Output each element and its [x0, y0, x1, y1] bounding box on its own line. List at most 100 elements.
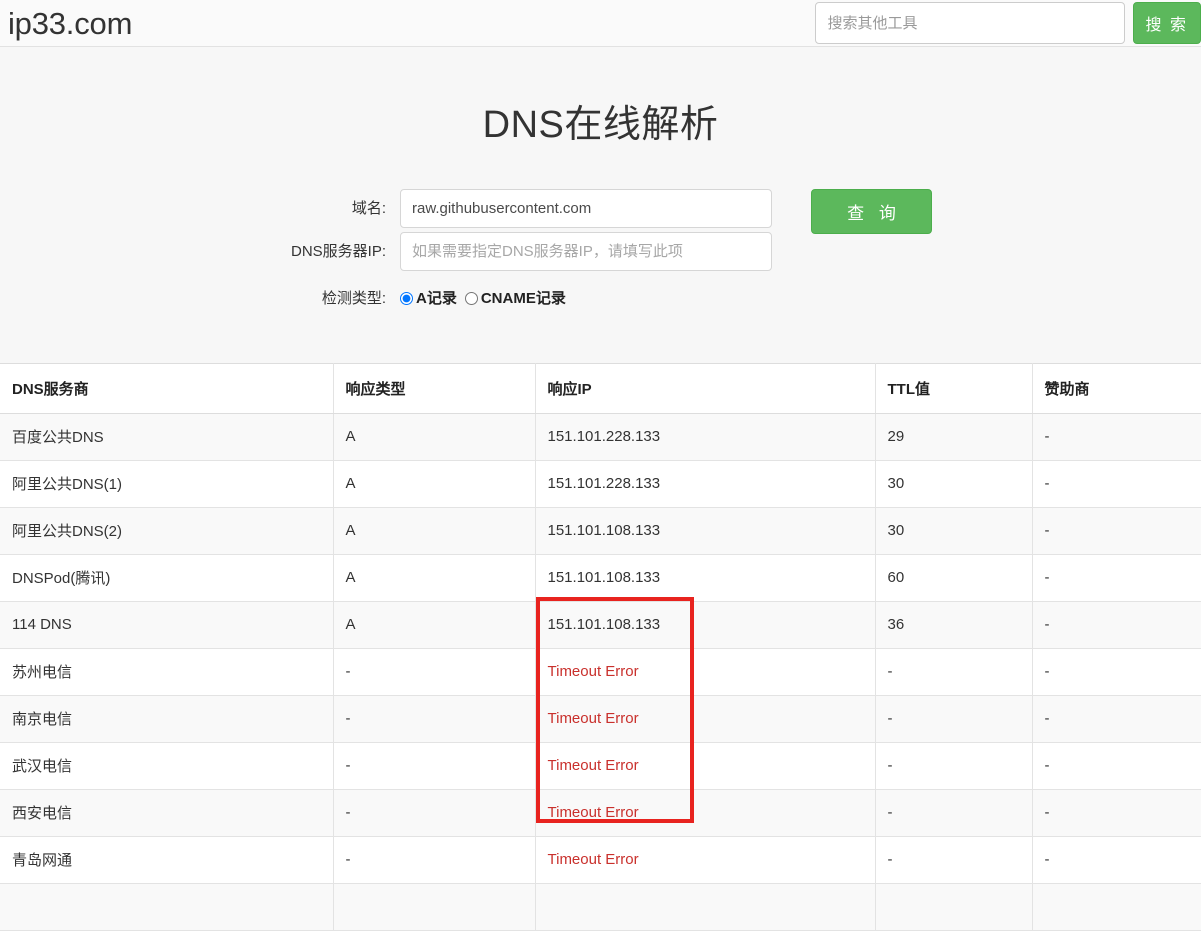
cell-provider: 阿里公共DNS(1)	[0, 459, 334, 508]
table-row: DNSPod(腾讯) A 151.101.108.133 60-	[0, 553, 1201, 602]
cell-response-type: -	[333, 647, 536, 696]
cell-sponsor: -	[1032, 694, 1201, 743]
table-row: 阿里公共DNS(1) A 151.101.228.133 30-	[0, 459, 1201, 508]
cell-ttl: -	[875, 741, 1033, 790]
cell-response-type: A	[333, 600, 536, 649]
table-row: 苏州电信 - Timeout Error - -	[0, 647, 1201, 696]
table-header-row: DNS服务商 响应类型 响应IP TTL值 赞助商	[0, 362, 1201, 414]
cell-sponsor: -	[1032, 553, 1201, 602]
cell-response-type: A	[333, 506, 536, 555]
cell-sponsor	[1032, 882, 1201, 931]
query-type-radio-group: A记录 CNAME记录	[400, 279, 574, 318]
cell-provider: 西安电信	[0, 788, 334, 837]
cell-response-type: -	[333, 741, 536, 790]
dns-server-label: DNS服务器IP:	[290, 242, 386, 260]
cell-sponsor: -	[1032, 600, 1201, 649]
cell-response-ip: Timeout Error	[535, 741, 876, 790]
cell-response-ip	[535, 882, 876, 931]
column-header-response-ip: 响应IP	[535, 362, 876, 414]
cell-ttl: -	[875, 788, 1033, 837]
page-body: DNS在线解析 域名: 查 询 DNS服务器IP: 检测类型: A记录 CNAME…	[0, 47, 1201, 931]
cell-ttl: 36	[875, 600, 1033, 649]
table-row: 114 DNS A 151.101.108.133 36-	[0, 600, 1201, 649]
results-table-body: 百度公共DNS A 151.101.228.133 29- 阿里公共DNS(1) A 151…	[0, 412, 1201, 931]
cell-response-type: A	[333, 459, 536, 508]
dns-results-table: DNS服务商 响应类型 响应IP TTL值 赞助商 百度公共DNS A 151.10…	[0, 362, 1201, 931]
cell-ttl: -	[875, 835, 1033, 884]
query-type-label: 检测类型:	[321, 289, 386, 307]
query-button[interactable]: 查 询	[811, 188, 932, 234]
column-header-ttl: TTL值	[875, 362, 1033, 414]
cell-response-ip: 151.101.108.133	[535, 600, 876, 649]
cell-response-ip: Timeout Error	[535, 647, 876, 696]
results-table-wrap: DNS服务商 响应类型 响应IP TTL值 赞助商 百度公共DNS A 151.10…	[0, 362, 1201, 931]
radio-option-a-record[interactable]: A记录	[400, 290, 457, 307]
results-table-head: DNS服务商 响应类型 响应IP TTL值 赞助商	[0, 362, 1201, 414]
cell-response-ip: 151.101.228.133	[535, 412, 876, 461]
cell-provider: 南京电信	[0, 694, 334, 743]
header-search: 搜 索	[814, 2, 1201, 44]
cell-response-type	[333, 882, 536, 931]
cell-response-ip: Timeout Error	[535, 788, 876, 837]
cell-sponsor: -	[1032, 459, 1201, 508]
radio-cname-record[interactable]	[464, 291, 478, 305]
cell-ttl: 29	[875, 412, 1033, 461]
column-header-provider: DNS服务商	[0, 362, 334, 414]
page-title: DNS在线解析	[482, 104, 719, 146]
site-brand[interactable]: ip33.com	[8, 2, 132, 46]
site-header: ip33.com 搜 索	[0, 0, 1201, 47]
cell-sponsor: -	[1032, 741, 1201, 790]
table-row: 青岛网通 - Timeout Error - -	[0, 835, 1201, 884]
cell-ttl: 60	[875, 553, 1033, 602]
cell-response-type: -	[333, 694, 536, 743]
table-row: 武汉电信 - Timeout Error - -	[0, 741, 1201, 790]
radio-option-cname-record[interactable]: CNAME记录	[464, 289, 566, 307]
cell-provider: 武汉电信	[0, 741, 334, 790]
cell-provider: 青岛网通	[0, 835, 334, 884]
cell-response-type: -	[333, 788, 536, 837]
form-row-domain: 域名: 查 询	[0, 188, 1201, 234]
cell-sponsor: -	[1032, 788, 1201, 837]
cell-response-ip: Timeout Error	[535, 835, 876, 884]
table-row: 西安电信 - Timeout Error - -	[0, 788, 1201, 837]
cell-response-ip: 151.101.108.133	[535, 553, 876, 602]
cell-provider: DNSPod(腾讯)	[0, 553, 334, 602]
cell-ttl: -	[875, 694, 1033, 743]
domain-input[interactable]	[400, 188, 772, 228]
cell-sponsor: -	[1032, 647, 1201, 696]
cell-ttl: 30	[875, 506, 1033, 555]
column-header-response-type: 响应类型	[333, 362, 536, 414]
radio-a-record[interactable]	[400, 291, 413, 305]
cell-sponsor: -	[1032, 412, 1201, 461]
radio-cname-record-label: CNAME记录	[480, 289, 566, 307]
cell-sponsor: -	[1032, 506, 1201, 555]
search-button[interactable]: 搜 索	[1132, 2, 1201, 44]
cell-provider: 苏州电信	[0, 647, 334, 696]
cell-ttl: -	[875, 647, 1033, 696]
cell-response-ip: 151.101.108.133	[535, 506, 876, 555]
cell-response-ip: Timeout Error	[535, 694, 876, 743]
table-row: 南京电信 - Timeout Error - -	[0, 694, 1201, 743]
cell-sponsor: -	[1032, 835, 1201, 884]
search-input[interactable]	[814, 2, 1125, 44]
cell-response-type: A	[333, 553, 536, 602]
cell-ttl: 30	[875, 459, 1033, 508]
column-header-sponsor: 赞助商	[1032, 362, 1201, 414]
radio-a-record-label: A记录	[416, 289, 457, 307]
cell-response-type: A	[333, 412, 536, 461]
form-row-query-type: 检测类型: A记录 CNAME记录	[0, 279, 1201, 318]
table-row: 百度公共DNS A 151.101.228.133 29-	[0, 412, 1201, 461]
dns-server-input[interactable]	[400, 231, 772, 271]
table-row	[0, 882, 1201, 931]
cell-provider: 阿里公共DNS(2)	[0, 506, 334, 555]
cell-provider: 114 DNS	[0, 600, 334, 649]
table-row: 阿里公共DNS(2) A 151.101.108.133 30-	[0, 506, 1201, 555]
cell-response-type: -	[333, 835, 536, 884]
cell-ttl	[875, 882, 1033, 931]
dns-query-form: 域名: 查 询 DNS服务器IP: 检测类型: A记录 CNAME记录	[0, 188, 1201, 319]
cell-provider: 百度公共DNS	[0, 412, 334, 461]
cell-response-ip: 151.101.228.133	[535, 459, 876, 508]
form-row-dns-server: DNS服务器IP:	[0, 231, 1201, 271]
cell-provider	[0, 882, 334, 931]
domain-label: 域名:	[351, 199, 386, 217]
